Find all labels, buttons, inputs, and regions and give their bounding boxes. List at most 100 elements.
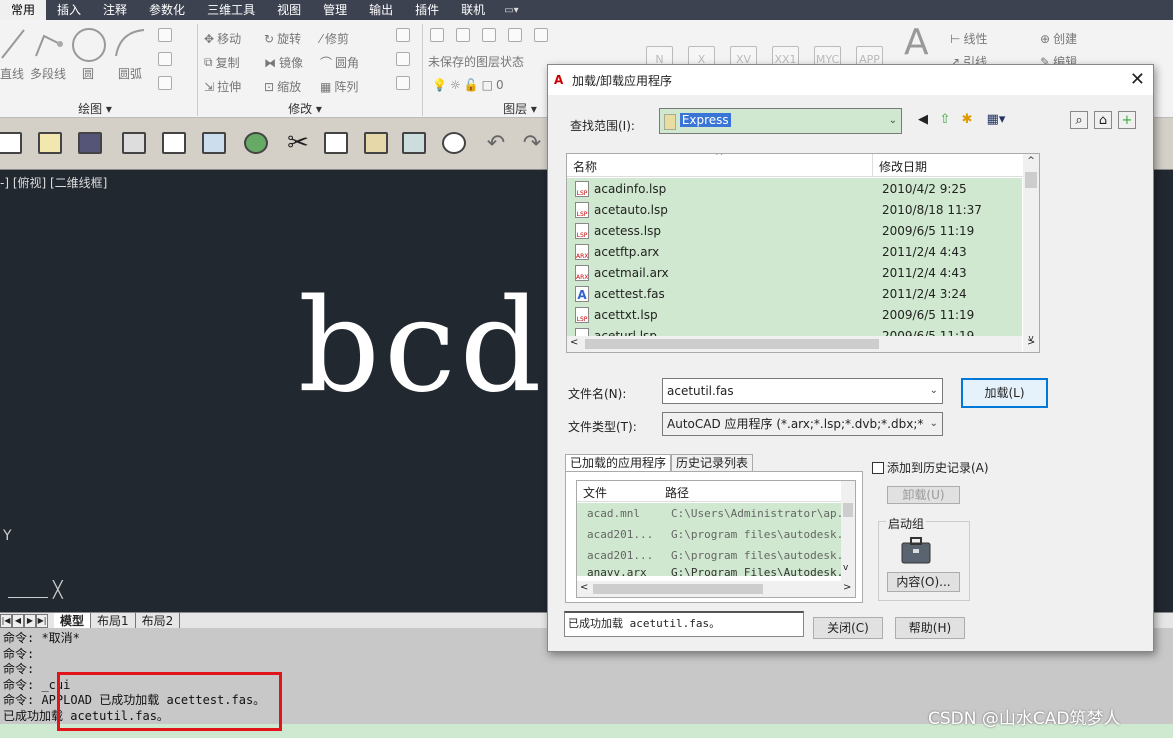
fillet-button[interactable]: ⌒ 圆角: [320, 54, 359, 71]
tab-history[interactable]: 历史记录列表: [671, 454, 754, 472]
scale-button[interactable]: ⊡ 缩放: [264, 78, 301, 95]
hscroll-thumb[interactable]: [585, 339, 879, 349]
layer-state-combo[interactable]: 未保存的图层状态: [428, 53, 548, 70]
modify-panel-title[interactable]: 修改 ▾: [270, 100, 340, 117]
create-block-button[interactable]: ⊕ 创建: [1040, 30, 1077, 47]
column-path[interactable]: 路径: [665, 484, 689, 501]
scroll-down-icon[interactable]: v: [843, 563, 848, 573]
close-button[interactable]: 关闭(C): [813, 617, 883, 639]
loaded-row[interactable]: acad.mnl C:\Users\Administrator\ap...: [577, 503, 841, 524]
mirror-button[interactable]: ⧓ 镜像: [264, 54, 303, 71]
save-icon[interactable]: [74, 128, 106, 158]
tab-3d-tools[interactable]: 三维工具: [196, 0, 266, 20]
layer-freeze-icon[interactable]: [508, 28, 522, 42]
locate-icon[interactable]: ⌂: [1094, 111, 1112, 129]
layer-state-icon[interactable]: [456, 28, 470, 42]
tab-annotate[interactable]: 注释: [92, 0, 138, 20]
new-file-icon[interactable]: [0, 128, 26, 158]
tab-insert[interactable]: 插入: [46, 0, 92, 20]
circle-icon[interactable]: [72, 28, 106, 62]
up-folder-icon[interactable]: ⇧: [936, 111, 954, 129]
publish-icon[interactable]: [198, 128, 230, 158]
redo-icon[interactable]: ↷: [516, 128, 548, 158]
text-tool-icon[interactable]: A: [904, 22, 929, 63]
tab-layout2[interactable]: 布局2: [136, 612, 181, 629]
print-preview-icon[interactable]: [158, 128, 190, 158]
column-file[interactable]: 文件: [583, 484, 607, 501]
briefcase-icon[interactable]: [900, 535, 932, 565]
file-row[interactable]: LSP acadinfo.lsp 2010/4/2 9:25: [567, 178, 1022, 199]
offset-icon[interactable]: [396, 76, 410, 90]
copy-button[interactable]: ⧉ 复制: [204, 54, 240, 71]
column-date[interactable]: 修改日期: [879, 158, 927, 175]
tab-online[interactable]: 联机: [450, 0, 496, 20]
print-icon[interactable]: [118, 128, 150, 158]
scroll-up-icon[interactable]: ^: [1023, 156, 1039, 166]
match-properties-icon[interactable]: [398, 128, 430, 158]
scroll-left-icon[interactable]: <: [580, 582, 588, 593]
rectangle-icon[interactable]: [158, 28, 172, 42]
unload-button[interactable]: 卸载(U): [887, 486, 960, 504]
contents-button[interactable]: 内容(O)...: [887, 572, 960, 592]
first-tab-icon[interactable]: |◀: [0, 613, 12, 628]
file-list-hscroll[interactable]: < >: [567, 336, 1035, 352]
new-folder-icon[interactable]: ✱: [958, 111, 976, 129]
ribbon-toggle-icon[interactable]: ▭▾: [496, 5, 526, 16]
rotate-button[interactable]: ↻ 旋转: [264, 30, 301, 47]
polyline-button[interactable]: 多段线: [30, 65, 66, 82]
trim-button[interactable]: ⁄ 修剪: [320, 30, 349, 47]
draw-panel-title[interactable]: 绘图 ▾: [60, 100, 130, 117]
tab-loaded-apps[interactable]: 已加载的应用程序: [565, 454, 672, 472]
file-list[interactable]: 名称 ^ 修改日期 LSP acadinfo.lsp 2010/4/2 9:25 L…: [566, 153, 1040, 353]
next-tab-icon[interactable]: ▶: [24, 613, 36, 628]
tab-home[interactable]: 常用: [0, 0, 47, 20]
file-row[interactable]: LSP acetess.lsp 2009/6/5 11:19: [567, 220, 1022, 241]
layer-properties-icon[interactable]: [430, 28, 444, 42]
filename-combo[interactable]: acetutil.fas ⌄: [662, 378, 943, 404]
dialog-titlebar[interactable]: A 加载/卸载应用程序 ✕: [548, 65, 1153, 95]
file-list-vscroll[interactable]: ^ v: [1023, 154, 1039, 352]
circle-button[interactable]: 圆: [82, 65, 94, 82]
last-tab-icon[interactable]: ▶|: [36, 613, 48, 628]
hatch-icon[interactable]: [158, 52, 172, 66]
layer-off-icon[interactable]: [534, 28, 548, 42]
block-editor-icon[interactable]: [438, 128, 470, 158]
find-icon[interactable]: ⌕: [1070, 111, 1088, 129]
views-icon[interactable]: ▦▾: [982, 111, 1010, 129]
line-icon[interactable]: [0, 26, 30, 62]
loaded-apps-list[interactable]: 文件 路径 acad.mnl C:\Users\Administrator\ap.…: [576, 480, 856, 598]
array-button[interactable]: ▦ 阵列: [320, 78, 358, 95]
region-icon[interactable]: [158, 76, 172, 90]
file-row[interactable]: ARX acetmail.arx 2011/2/4 4:43: [567, 262, 1022, 283]
arc-button[interactable]: 圆弧: [118, 65, 142, 82]
lookin-combo[interactable]: Express ⌄: [659, 108, 902, 134]
tab-model[interactable]: 模型: [54, 612, 92, 629]
loaded-hscroll[interactable]: < >: [577, 581, 855, 597]
scroll-thumb[interactable]: [843, 503, 853, 517]
close-icon[interactable]: ✕: [1130, 69, 1145, 90]
3d-dwf-icon[interactable]: [240, 128, 272, 158]
loaded-row[interactable]: anavv.arx G:\Program Files\Autodesk...: [577, 566, 841, 576]
file-row[interactable]: ARX acetftp.arx 2011/2/4 4:43: [567, 241, 1022, 262]
erase-icon[interactable]: [396, 28, 410, 42]
viewport-label[interactable]: -] [俯视] [二维线框]: [0, 174, 107, 191]
arc-icon[interactable]: [112, 26, 148, 62]
back-icon[interactable]: ◀: [914, 111, 932, 129]
tab-layout1[interactable]: 布局1: [91, 612, 136, 629]
file-row[interactable]: LSP acettxt.lsp 2009/6/5 11:19: [567, 304, 1022, 325]
undo-icon[interactable]: ↶: [480, 128, 512, 158]
loaded-row[interactable]: acad201... G:\program files\autodesk...: [577, 545, 841, 566]
hscroll-thumb[interactable]: [593, 584, 763, 594]
tab-plugins[interactable]: 插件: [404, 0, 450, 20]
layers-panel-title[interactable]: 图层 ▾: [490, 100, 550, 117]
layer-combo[interactable]: 💡 ☼ 🔓 □ 0: [432, 78, 504, 92]
loaded-row[interactable]: acad201... G:\program files\autodesk...: [577, 524, 841, 545]
loaded-vscroll[interactable]: v: [841, 481, 855, 581]
add-favorite-icon[interactable]: +: [1118, 111, 1136, 129]
copy-clip-icon[interactable]: [320, 128, 352, 158]
cut-icon[interactable]: ✂: [282, 128, 314, 158]
explode-icon[interactable]: [396, 52, 410, 66]
scroll-right-icon[interactable]: >: [843, 582, 851, 593]
help-button[interactable]: 帮助(H): [895, 617, 965, 639]
add-history-checkbox[interactable]: 添加到历史记录(A): [872, 459, 989, 476]
